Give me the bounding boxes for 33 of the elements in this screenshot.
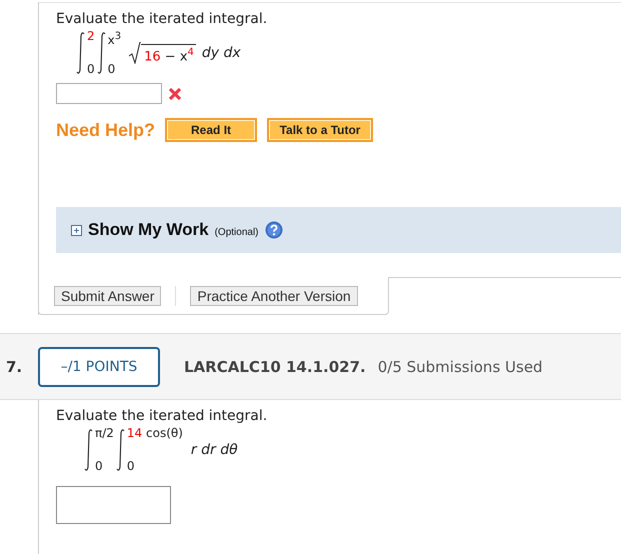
- square-root-icon: [129, 42, 142, 64]
- lower-limit: 0: [126, 460, 136, 473]
- points-button[interactable]: –/1 POINTS: [38, 346, 160, 386]
- help-button[interactable]: Talk to a Tutor: [267, 118, 374, 142]
- lower-limit: 0: [95, 460, 104, 473]
- upper-limit: x$^{3}$: [108, 30, 122, 47]
- show-my-work-label[interactable]: Show My Work: [88, 220, 209, 240]
- question-prompt: Evaluate the iterated integral.: [56, 11, 268, 27]
- question-number: 7.: [5, 358, 24, 376]
- expand-icon[interactable]: [71, 224, 82, 236]
- answer-field[interactable]: [56, 83, 162, 104]
- need-help-label: Need Help?: [56, 120, 156, 140]
- integral-sign-icon: [116, 428, 126, 472]
- upper-limit: π/2: [95, 427, 114, 440]
- question-prompt: Evaluate the iterated integral.: [56, 408, 268, 424]
- lower-limit: 0: [108, 63, 116, 76]
- radicand: 16 − x$^{4}$: [141, 44, 196, 64]
- lower-limit: 0: [87, 63, 95, 76]
- integral-sign-icon: [96, 31, 107, 75]
- optional-note: (Optional): [214, 226, 258, 238]
- practice-version-button[interactable]: Practice Another Version: [190, 286, 358, 306]
- question-code: LARCALC10 14.1.027.: [184, 358, 366, 376]
- integral-sign-icon: [84, 428, 94, 472]
- help-icon[interactable]: [264, 221, 282, 239]
- integral-sign-icon: [76, 31, 86, 75]
- differentials: dy dx: [202, 45, 241, 61]
- differentials: r dr dθ: [190, 442, 238, 458]
- answer-field[interactable]: [56, 486, 171, 524]
- submissions-count: 0/5 Submissions Used: [378, 358, 543, 376]
- upper-limit: 2: [87, 30, 95, 43]
- upper-limit: 14 cos(θ): [126, 427, 183, 440]
- submit-answer-button[interactable]: Submit Answer: [54, 286, 162, 306]
- help-button[interactable]: Read It: [165, 118, 258, 142]
